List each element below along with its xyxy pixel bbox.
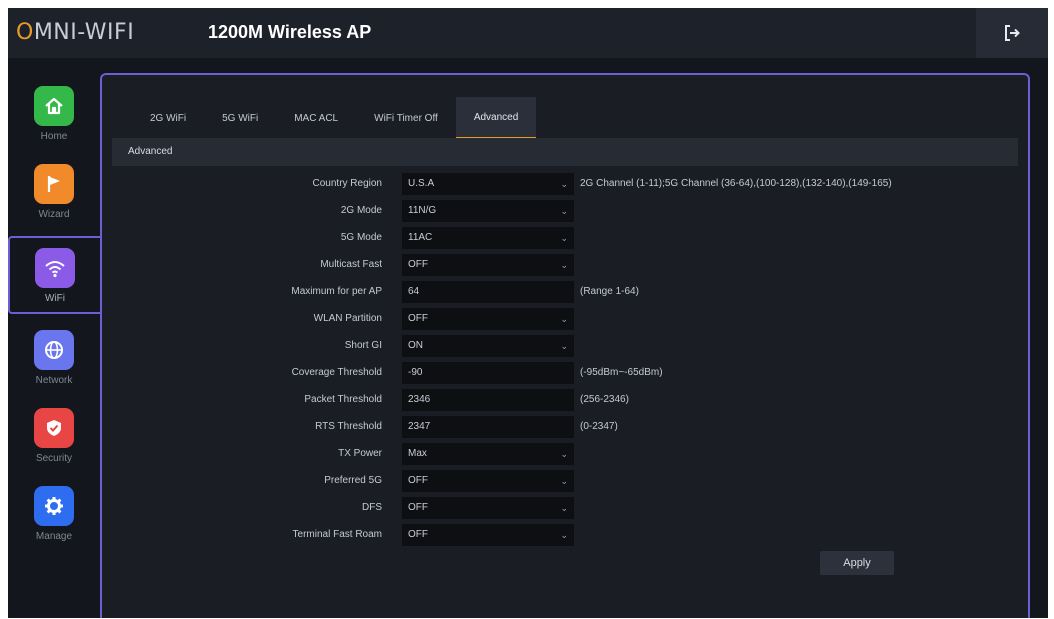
logout-button[interactable] — [976, 8, 1048, 58]
field-label: TX Power — [338, 448, 382, 459]
form-row-packet-threshold: Packet Threshold 2346 (256-2346) — [102, 389, 1022, 411]
chevron-down-icon: ⌄ — [560, 260, 568, 270]
wlan-partition-select[interactable]: OFF ⌄ — [402, 308, 574, 330]
form-row-5g-mode: 5G Mode 11AC ⌄ — [102, 227, 1022, 249]
sidebar-item-manage[interactable]: Manage — [8, 476, 100, 554]
sidebar-item-label: Network — [35, 375, 73, 386]
form-row-multicast-fast: Multicast Fast OFF ⌄ — [102, 254, 1022, 276]
chevron-down-icon: ⌄ — [560, 233, 568, 243]
field-label: Preferred 5G — [324, 475, 382, 486]
header-bar: OMNI-WIFI 1200M Wireless AP — [8, 8, 1048, 58]
field-hint: 2G Channel (1-11);5G Channel (36-64),(10… — [580, 178, 892, 189]
shield-icon — [34, 408, 74, 448]
field-hint: (Range 1-64) — [580, 286, 639, 297]
field-label: Short GI — [344, 340, 382, 351]
globe-icon — [34, 330, 74, 370]
content-panel: 2G WiFi 5G WiFi MAC ACL WiFi Timer Off A… — [100, 73, 1030, 618]
chevron-down-icon: ⌄ — [560, 449, 568, 459]
2g-mode-select[interactable]: 11N/G ⌄ — [402, 200, 574, 222]
tab-mac-acl[interactable]: MAC ACL — [276, 97, 356, 139]
apply-button[interactable]: Apply — [820, 551, 894, 575]
chevron-down-icon: ⌄ — [560, 179, 568, 189]
gear-icon — [34, 486, 74, 526]
field-hint: (256-2346) — [580, 394, 629, 405]
field-label: Packet Threshold — [304, 394, 382, 405]
preferred-5g-select[interactable]: OFF ⌄ — [402, 470, 574, 492]
wifi-icon — [35, 248, 75, 288]
chevron-down-icon: ⌄ — [560, 530, 568, 540]
chevron-down-icon: ⌄ — [560, 314, 568, 324]
form-row-tx-power: TX Power Max ⌄ — [102, 443, 1022, 465]
tab-advanced[interactable]: Advanced — [455, 97, 537, 139]
form-row-dfs: DFS OFF ⌄ — [102, 497, 1022, 519]
form-row-short-gi: Short GI ON ⌄ — [102, 335, 1022, 357]
field-label: Maximum for per AP — [291, 286, 382, 297]
tab-2g-wifi[interactable]: 2G WiFi — [132, 97, 204, 139]
field-label: Multicast Fast — [320, 259, 382, 270]
form-row-preferred-5g: Preferred 5G OFF ⌄ — [102, 470, 1022, 492]
home-icon — [34, 86, 74, 126]
tab-bar: 2G WiFi 5G WiFi MAC ACL WiFi Timer Off A… — [132, 97, 537, 139]
field-hint: (-95dBm~-65dBm) — [580, 367, 663, 378]
app-window: OMNI-WIFI 1200M Wireless AP Home Wizard — [8, 8, 1048, 618]
maximum-per-ap-input[interactable]: 64 — [402, 281, 574, 303]
form-row-country-region: Country Region U.S.A ⌄ 2G Channel (1-11);… — [102, 173, 1022, 195]
form-row-maximum-per-ap: Maximum for per AP 64 (Range 1-64) — [102, 281, 1022, 303]
terminal-fast-roam-select[interactable]: OFF ⌄ — [402, 524, 574, 546]
field-label: DFS — [362, 502, 382, 513]
sidebar-item-label: Manage — [35, 531, 73, 542]
sidebar-item-wifi[interactable]: WiFi — [8, 236, 100, 314]
field-label: Country Region — [312, 178, 382, 189]
field-label: Terminal Fast Roam — [292, 529, 382, 540]
field-label: WLAN Partition — [313, 313, 382, 324]
page-title: 1200M Wireless AP — [208, 22, 372, 42]
sidebar: Home Wizard WiFi Network Security Manage — [8, 76, 100, 618]
tab-5g-wifi[interactable]: 5G WiFi — [204, 97, 276, 139]
short-gi-select[interactable]: ON ⌄ — [402, 335, 574, 357]
field-label: 2G Mode — [340, 205, 382, 216]
sidebar-item-label: Home — [40, 131, 68, 142]
section-header: Advanced — [112, 138, 1018, 166]
rts-threshold-input[interactable]: 2347 — [402, 416, 574, 438]
field-label: Coverage Threshold — [291, 367, 382, 378]
tx-power-select[interactable]: Max ⌄ — [402, 443, 574, 465]
sidebar-item-label: WiFi — [45, 293, 65, 304]
chevron-down-icon: ⌄ — [560, 503, 568, 513]
flag-icon — [34, 164, 74, 204]
country-region-select[interactable]: U.S.A ⌄ — [402, 173, 574, 195]
sidebar-item-label: Wizard — [38, 209, 70, 220]
form-row-coverage-threshold: Coverage Threshold -90 (-95dBm~-65dBm) — [102, 362, 1022, 384]
form-row-wlan-partition: WLAN Partition OFF ⌄ — [102, 308, 1022, 330]
chevron-down-icon: ⌄ — [560, 341, 568, 351]
form-row-rts-threshold: RTS Threshold 2347 (0-2347) — [102, 416, 1022, 438]
tab-wifi-timer-off[interactable]: WiFi Timer Off — [356, 97, 456, 139]
form-row-terminal-fast-roam: Terminal Fast Roam OFF ⌄ — [102, 524, 1022, 546]
field-label: 5G Mode — [340, 232, 382, 243]
packet-threshold-input[interactable]: 2346 — [402, 389, 574, 411]
5g-mode-select[interactable]: 11AC ⌄ — [402, 227, 574, 249]
form-row-2g-mode: 2G Mode 11N/G ⌄ — [102, 200, 1022, 222]
sidebar-item-network[interactable]: Network — [8, 320, 100, 398]
sidebar-item-wizard[interactable]: Wizard — [8, 154, 100, 232]
multicast-fast-select[interactable]: OFF ⌄ — [402, 254, 574, 276]
logout-icon — [1005, 25, 1020, 41]
coverage-threshold-input[interactable]: -90 — [402, 362, 574, 384]
brand-logo: OMNI-WIFI — [16, 20, 135, 45]
field-hint: (0-2347) — [580, 421, 618, 432]
sidebar-item-label: Security — [35, 453, 73, 464]
field-label: RTS Threshold — [315, 421, 382, 432]
sidebar-item-security[interactable]: Security — [8, 398, 100, 476]
chevron-down-icon: ⌄ — [560, 476, 568, 486]
sidebar-item-home[interactable]: Home — [8, 76, 100, 154]
chevron-down-icon: ⌄ — [560, 206, 568, 216]
dfs-select[interactable]: OFF ⌄ — [402, 497, 574, 519]
